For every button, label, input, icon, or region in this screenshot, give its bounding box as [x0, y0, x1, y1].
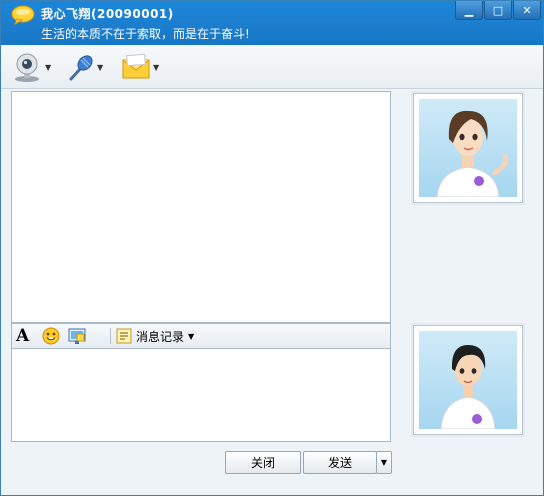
input-toolbar: A 消息记录 ▼	[11, 323, 391, 349]
voice-call-button[interactable]: ▼	[67, 52, 103, 82]
smiley-icon	[42, 327, 60, 345]
title-bar[interactable]: 我心飞翔(20090001) 生活的本质不在于索取，而是在于奋斗! ▁ □ ✕	[1, 1, 543, 45]
chevron-down-icon: ▼	[188, 331, 195, 341]
microphone-icon	[69, 55, 93, 81]
chat-window: 我心飞翔(20090001) 生活的本质不在于索取，而是在于奋斗! ▁ □ ✕ …	[0, 0, 544, 496]
webcam-icon	[15, 53, 39, 82]
send-button[interactable]: 发送	[303, 451, 377, 474]
chat-toolbar: ▼ ▼ ▼	[1, 46, 543, 89]
screenshot-button[interactable]	[68, 327, 86, 345]
message-history-view[interactable]	[11, 91, 391, 323]
message-history-label: 消息记录	[136, 329, 185, 344]
history-icon	[116, 328, 132, 344]
close-window-button[interactable]: ✕	[513, 1, 541, 20]
chevron-down-icon: ▼	[45, 62, 52, 72]
contact-signature: 生活的本质不在于索取，而是在于奋斗!	[41, 27, 250, 41]
chevron-down-icon: ▼	[97, 62, 104, 72]
chevron-down-icon: ▼	[380, 458, 388, 467]
male-avatar-icon	[440, 345, 496, 429]
send-options-dropdown[interactable]: ▼	[376, 451, 392, 474]
close-button[interactable]: 关闭	[225, 451, 301, 474]
chevron-down-icon: ▼	[153, 62, 160, 72]
window-controls: ▁ □ ✕	[455, 1, 541, 20]
message-history-button[interactable]: 消息记录 ▼	[116, 327, 194, 345]
mail-button[interactable]: ▼	[121, 52, 159, 82]
female-avatar-icon	[436, 110, 509, 197]
maximize-button[interactable]: □	[484, 1, 512, 20]
font-button[interactable]: A	[16, 326, 30, 346]
minimize-button[interactable]: ▁	[455, 1, 483, 20]
contact-avatar	[413, 93, 523, 203]
message-input[interactable]	[11, 348, 391, 442]
my-avatar	[413, 325, 523, 435]
emoji-button[interactable]	[42, 327, 60, 345]
chat-bubble-icon	[11, 5, 35, 25]
screen-capture-icon	[68, 328, 86, 344]
video-call-button[interactable]: ▼	[11, 52, 51, 82]
font-icon: A	[16, 326, 30, 346]
mail-icon	[122, 53, 150, 79]
window-title: 我心飞翔(20090001)	[41, 7, 174, 21]
toolbar-divider	[110, 328, 111, 344]
